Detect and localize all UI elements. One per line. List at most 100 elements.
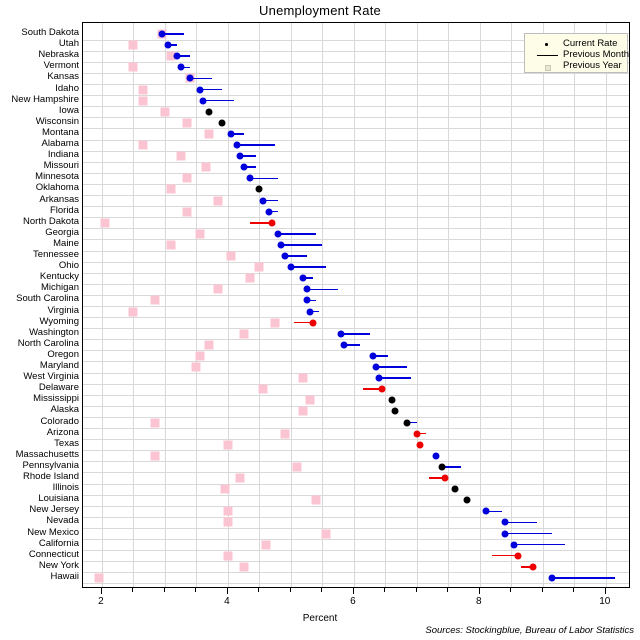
- previous-year-marker: [245, 273, 255, 283]
- current-rate-marker: [375, 374, 383, 382]
- previous-year-marker: [128, 40, 138, 50]
- y-axis-label: Kansas: [47, 71, 79, 83]
- previous-month-segment: [306, 288, 339, 291]
- previous-month-segment: [290, 266, 326, 268]
- previous-month-segment: [379, 377, 411, 379]
- legend-square-icon: [545, 64, 551, 71]
- y-axis-label: Texas: [54, 437, 79, 449]
- previous-year-marker: [182, 207, 192, 217]
- previous-year-marker: [138, 140, 148, 150]
- horizontal-gridline: [83, 239, 629, 241]
- horizontal-gridline: [83, 228, 629, 230]
- vertical-gridline: [133, 23, 135, 587]
- source-note: Sources: Stockingblue, Bureau of Labor S…: [425, 625, 634, 636]
- current-rate-marker: [432, 452, 440, 460]
- y-axis-label: Idaho: [55, 82, 79, 94]
- current-rate-marker: [548, 574, 556, 582]
- previous-year-marker: [226, 251, 236, 261]
- x-axis-tick-label: 6: [350, 596, 356, 607]
- vertical-gridline: [511, 23, 513, 587]
- vertical-gridline: [479, 23, 481, 587]
- y-axis-label: Maryland: [39, 360, 79, 372]
- current-rate-marker: [299, 274, 307, 282]
- x-axis-major-tick: [604, 588, 606, 594]
- previous-month-segment: [281, 244, 323, 246]
- vertical-gridline: [259, 23, 261, 587]
- previous-month-segment: [375, 366, 408, 368]
- horizontal-gridline: [83, 350, 629, 352]
- previous-year-marker: [235, 473, 245, 483]
- current-rate-marker: [388, 396, 396, 404]
- current-rate-marker: [177, 63, 185, 71]
- x-axis-minor-tick: [258, 588, 260, 592]
- current-rate-marker: [265, 208, 273, 216]
- current-rate-marker: [268, 219, 276, 227]
- y-axis-label: Montana: [42, 126, 79, 138]
- vertical-gridline: [574, 23, 576, 587]
- current-rate-marker: [501, 530, 509, 537]
- horizontal-gridline: [83, 283, 629, 285]
- x-axis-minor-tick: [415, 588, 417, 592]
- vertical-gridline: [196, 23, 198, 587]
- vertical-gridline: [448, 23, 450, 587]
- current-rate-marker: [514, 552, 522, 560]
- horizontal-gridline: [83, 450, 629, 452]
- horizontal-gridline: [83, 505, 629, 507]
- horizontal-gridline: [83, 550, 629, 552]
- legend-item: Previous Year: [525, 60, 629, 72]
- y-axis-label: Arizona: [46, 426, 79, 438]
- y-axis-label: New Hampshire: [11, 93, 79, 105]
- previous-month-segment: [505, 521, 537, 524]
- plot-area: [82, 22, 630, 588]
- y-axis-label: Arkansas: [39, 193, 79, 205]
- y-axis-label: Maine: [53, 237, 79, 249]
- horizontal-gridline: [83, 261, 629, 263]
- previous-year-marker: [292, 462, 302, 472]
- previous-year-marker: [166, 240, 176, 250]
- y-axis-label: Connecticut: [28, 548, 79, 560]
- previous-year-marker: [223, 506, 233, 516]
- x-axis-minor-tick: [163, 588, 165, 592]
- previous-year-marker: [223, 517, 233, 527]
- previous-year-marker: [100, 218, 110, 228]
- y-axis-label: Indiana: [47, 149, 79, 161]
- x-axis-major-tick: [100, 588, 102, 594]
- current-rate-marker: [303, 285, 311, 293]
- y-axis-label: Colorado: [40, 415, 79, 427]
- current-rate-marker: [340, 341, 348, 349]
- y-axis-label: Wyoming: [39, 315, 79, 327]
- y-axis-label: New Mexico: [27, 526, 79, 538]
- vertical-gridline: [605, 23, 607, 587]
- horizontal-gridline: [83, 150, 629, 152]
- horizontal-gridline: [83, 439, 629, 441]
- current-rate-marker: [240, 163, 248, 171]
- horizontal-gridline: [83, 139, 629, 141]
- previous-year-marker: [201, 162, 211, 172]
- previous-month-segment: [341, 332, 370, 335]
- previous-year-marker: [298, 373, 308, 383]
- horizontal-gridline: [83, 217, 629, 219]
- previous-year-marker: [150, 451, 160, 461]
- current-rate-marker: [416, 441, 424, 449]
- current-rate-marker: [529, 563, 537, 571]
- x-axis-major-tick: [226, 588, 228, 594]
- horizontal-gridline: [83, 195, 629, 197]
- previous-month-segment: [237, 144, 276, 146]
- y-axis-label: Nevada: [46, 515, 79, 527]
- previous-month-segment: [249, 177, 279, 180]
- x-axis-tick-label: 8: [476, 596, 482, 607]
- previous-year-marker: [239, 329, 249, 339]
- legend-dot-icon: [545, 43, 548, 46]
- vertical-gridline: [290, 23, 292, 587]
- y-axis-label: Wisconsin: [35, 115, 79, 127]
- current-rate-marker: [205, 108, 213, 116]
- previous-month-segment: [202, 99, 235, 102]
- y-axis-label: Delaware: [38, 382, 79, 394]
- horizontal-gridline: [83, 416, 629, 418]
- current-rate-marker: [173, 52, 181, 60]
- y-axis-label: Mississippi: [33, 393, 79, 405]
- horizontal-gridline: [83, 306, 629, 307]
- y-axis-label: West Virginia: [23, 371, 79, 383]
- y-axis-label: Pennsylvania: [22, 459, 79, 471]
- previous-year-marker: [166, 184, 176, 194]
